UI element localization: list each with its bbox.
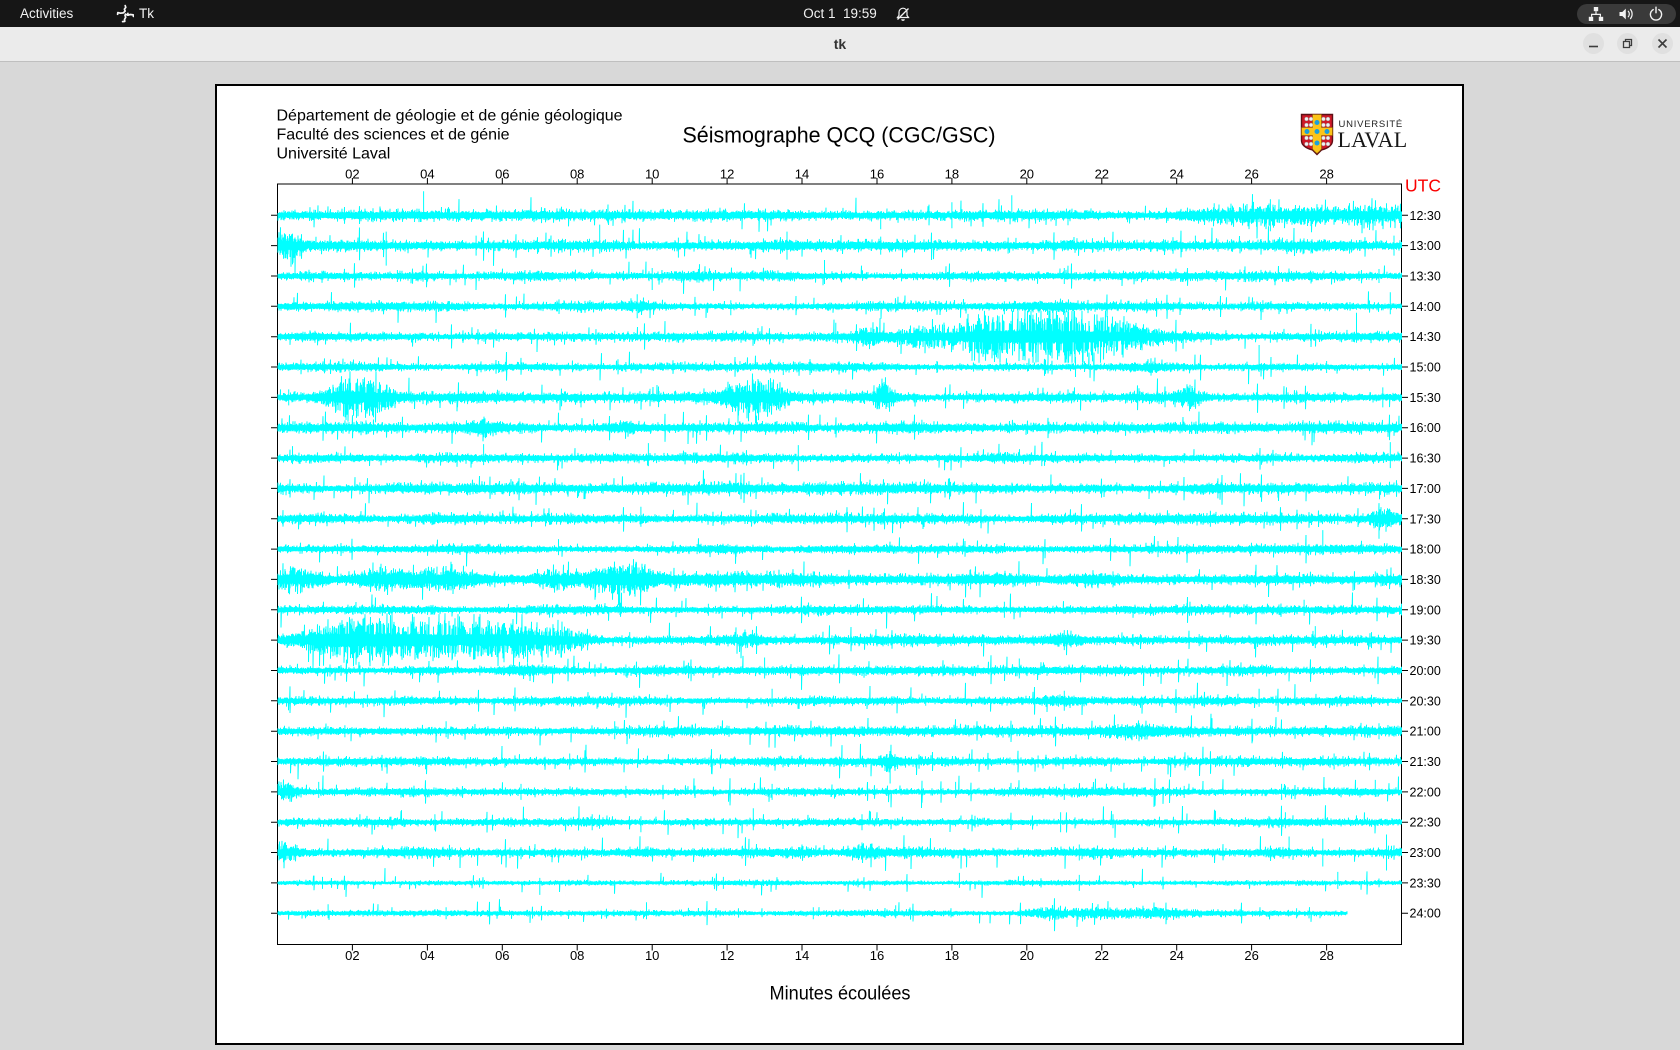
- svg-text:22:30: 22:30: [1410, 816, 1441, 830]
- svg-text:16: 16: [870, 166, 884, 181]
- svg-text:26: 26: [1244, 948, 1258, 963]
- svg-text:14: 14: [795, 166, 809, 181]
- svg-text:Minutes écoulées: Minutes écoulées: [770, 983, 911, 1005]
- svg-text:08: 08: [570, 166, 584, 181]
- svg-text:23:30: 23:30: [1410, 876, 1441, 890]
- svg-text:26: 26: [1244, 166, 1258, 181]
- svg-text:21:00: 21:00: [1410, 725, 1441, 739]
- svg-text:12:30: 12:30: [1410, 209, 1441, 223]
- svg-text:20:30: 20:30: [1410, 694, 1441, 708]
- svg-text:15:00: 15:00: [1410, 361, 1441, 375]
- svg-text:16:30: 16:30: [1410, 452, 1441, 466]
- svg-text:10: 10: [645, 166, 659, 181]
- svg-text:04: 04: [420, 948, 434, 963]
- svg-text:04: 04: [420, 166, 434, 181]
- svg-text:08: 08: [570, 948, 584, 963]
- svg-text:28: 28: [1319, 166, 1333, 181]
- svg-text:12: 12: [720, 948, 734, 963]
- svg-text:17:30: 17:30: [1410, 512, 1441, 526]
- svg-text:23:00: 23:00: [1410, 846, 1441, 860]
- svg-text:15:30: 15:30: [1410, 391, 1441, 405]
- svg-text:18: 18: [945, 948, 959, 963]
- svg-text:18: 18: [945, 166, 959, 181]
- svg-text:19:30: 19:30: [1410, 634, 1441, 648]
- svg-text:Département de géologie et de: Département de géologie et de génie géol…: [277, 108, 623, 125]
- svg-text:14: 14: [795, 948, 809, 963]
- svg-text:Faculté des sciences et de gén: Faculté des sciences et de génie: [277, 127, 510, 144]
- svg-text:16: 16: [870, 948, 884, 963]
- svg-text:02: 02: [345, 948, 359, 963]
- svg-text:16:00: 16:00: [1410, 421, 1441, 435]
- svg-text:24: 24: [1169, 166, 1183, 181]
- svg-text:Séismographe QCQ (CGC/GSC): Séismographe QCQ (CGC/GSC): [683, 122, 996, 147]
- svg-text:20: 20: [1020, 166, 1034, 181]
- svg-text:18:00: 18:00: [1410, 543, 1441, 557]
- svg-text:06: 06: [495, 166, 509, 181]
- svg-text:17:00: 17:00: [1410, 482, 1441, 496]
- svg-text:20:00: 20:00: [1410, 664, 1441, 678]
- svg-text:18:30: 18:30: [1410, 573, 1441, 587]
- svg-text:LAVAL: LAVAL: [1338, 127, 1408, 152]
- svg-text:10: 10: [645, 948, 659, 963]
- svg-text:19:00: 19:00: [1410, 603, 1441, 617]
- svg-text:20: 20: [1020, 948, 1034, 963]
- svg-text:22:00: 22:00: [1410, 785, 1441, 799]
- svg-text:24: 24: [1169, 948, 1183, 963]
- svg-text:06: 06: [495, 948, 509, 963]
- svg-text:22: 22: [1095, 948, 1109, 963]
- svg-text:Université Laval: Université Laval: [277, 146, 391, 163]
- svg-text:12: 12: [720, 166, 734, 181]
- svg-text:13:00: 13:00: [1410, 239, 1441, 253]
- svg-text:21:30: 21:30: [1410, 755, 1441, 769]
- svg-text:UTC: UTC: [1405, 176, 1441, 196]
- svg-text:14:00: 14:00: [1410, 300, 1441, 314]
- svg-text:28: 28: [1319, 948, 1333, 963]
- svg-text:24:00: 24:00: [1410, 907, 1441, 921]
- svg-text:02: 02: [345, 166, 359, 181]
- svg-text:13:30: 13:30: [1410, 270, 1441, 284]
- svg-text:14:30: 14:30: [1410, 330, 1441, 344]
- svg-text:22: 22: [1095, 166, 1109, 181]
